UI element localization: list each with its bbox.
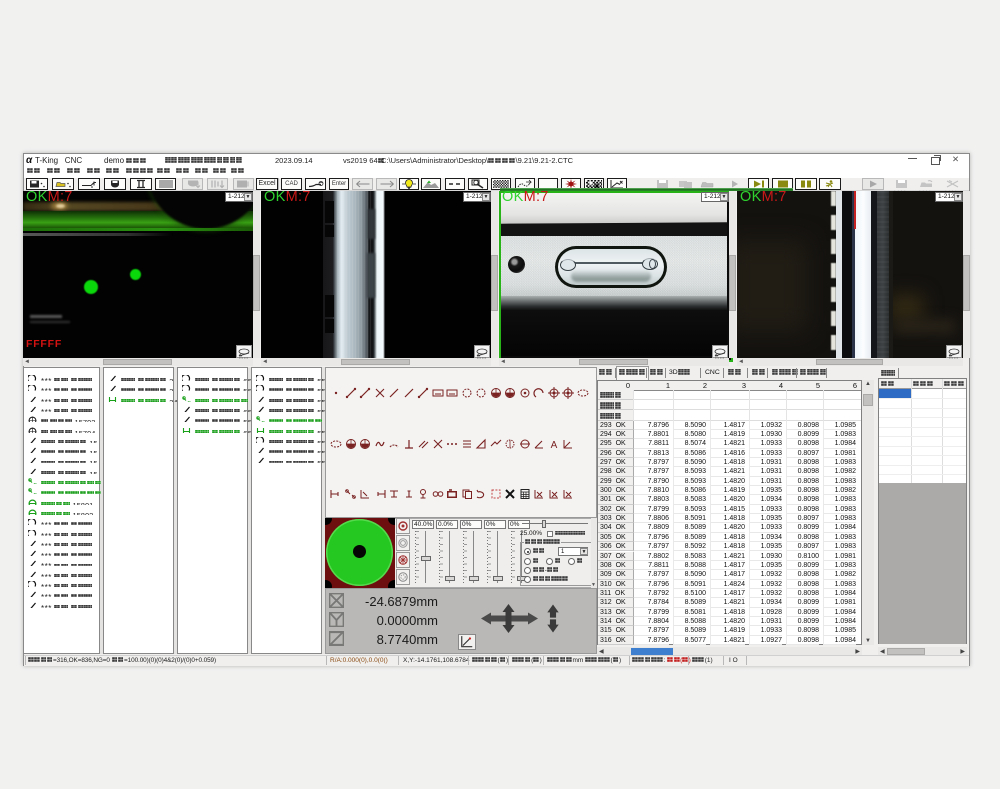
svg-text:A: A (550, 440, 557, 450)
